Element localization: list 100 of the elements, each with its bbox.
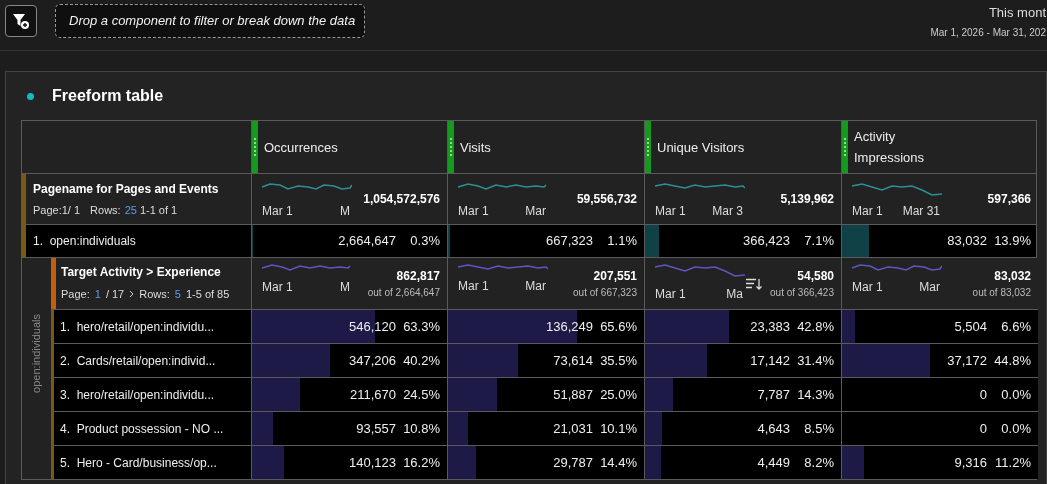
axis-label: Mar 1 (262, 203, 293, 220)
metric-value: 366,423 (743, 232, 790, 251)
metric-value: 9,316 (954, 453, 987, 472)
column-total: 862,817 (396, 268, 440, 285)
column-handle[interactable] (842, 121, 848, 173)
out-of-total: out of 2,664,647 (367, 286, 440, 300)
out-of-total: out of 667,323 (573, 286, 637, 300)
axis-label: Mar 1 (458, 278, 489, 295)
column-total: 1,054,572,576 (363, 191, 441, 208)
metric-value: 29,787 (553, 453, 593, 472)
axis-label: M (340, 203, 350, 220)
dimension-handle[interactable] (22, 174, 26, 224)
metric-percent: 14.3% (796, 385, 834, 404)
rows-count[interactable]: 5 (174, 286, 181, 303)
column-header[interactable]: Unique Visitors (657, 136, 767, 158)
metric-percent: 40.2% (402, 351, 440, 370)
metric-percent: 65.6% (599, 317, 637, 336)
page-number[interactable]: 1 (94, 286, 101, 303)
metric-value: 73,614 (553, 351, 593, 370)
metric-percent: 42.8% (796, 317, 834, 336)
column-header[interactable]: Activity Impressions (854, 126, 964, 168)
axis-label: Mar (919, 279, 940, 296)
metric-value: 17,142 (750, 351, 790, 370)
metric-value: 5,504 (954, 317, 987, 336)
metric-percent: 35.5% (599, 351, 637, 370)
metric-percent: 24.5% (402, 385, 440, 404)
metric-percent: 11.2% (994, 453, 1031, 472)
metric-value: 37,172 (947, 351, 987, 370)
row-range: 1-5 of 85 (185, 287, 230, 302)
metric-percent: 44.8% (993, 351, 1031, 370)
metric-value: 140,123 (349, 453, 396, 472)
filter-add-icon (12, 12, 30, 30)
metric-percent: 0.0% (1000, 419, 1031, 438)
metric-value: 0 (979, 419, 987, 438)
column-handle[interactable] (252, 121, 258, 173)
metric-percent: 10.1% (599, 419, 637, 438)
date-range[interactable]: Mar 1, 2026 - Mar 31, 202 (930, 24, 1046, 40)
metric-value: 136,249 (546, 317, 593, 336)
metric-percent: 25.0% (599, 385, 637, 404)
metric-value: 4,643 (757, 419, 790, 438)
row-range: 1-1 of 1 (139, 203, 178, 218)
metric-percent: 16.2% (402, 453, 440, 472)
panel-title: Freeform table (52, 86, 164, 106)
axis-label: Mar 1 (655, 203, 686, 220)
metric-value: 546,120 (349, 317, 396, 336)
metric-percent: 7.1% (803, 232, 834, 251)
page-total: / 17 (105, 287, 125, 302)
page-indicator: Page:1/ 1 (33, 203, 81, 218)
metric-value: 51,887 (553, 385, 593, 404)
axis-label: Mar 1 (262, 279, 293, 296)
axis-label: Mar 31 (902, 203, 940, 220)
axis-label: Mar 1 (852, 279, 883, 296)
metric-value: 0 (979, 385, 987, 404)
metric-value: 7,787 (757, 385, 790, 404)
axis-label: Mar (525, 203, 546, 220)
axis-label: Mar 1 (852, 203, 883, 220)
filter-add-button[interactable] (5, 5, 37, 37)
column-total: 207,551 (593, 268, 637, 285)
metric-value: 93,557 (356, 419, 396, 438)
metric-value: 211,670 (349, 385, 396, 404)
dimension-title[interactable]: Target Activity > Experience (61, 263, 230, 281)
axis-label: M (340, 279, 350, 296)
column-handle[interactable] (645, 121, 651, 173)
metric-percent: 0.0% (1000, 385, 1031, 404)
row-label[interactable]: 1. open:individuals (26, 232, 136, 250)
column-total: 83,032 (994, 268, 1031, 285)
drop-zone[interactable]: Drop a component to filter or break down the data (55, 4, 365, 38)
axis-label: Mar (525, 278, 546, 295)
axis-label: Mar 3 (712, 203, 743, 220)
metric-value: 347,206 (349, 351, 396, 370)
parent-item-label: open:individuals (29, 314, 44, 393)
rows-count[interactable]: 25 (124, 202, 137, 219)
column-header[interactable]: Visits (460, 136, 570, 158)
column-header[interactable]: Occurrences (264, 136, 374, 158)
metric-percent: 0.3% (409, 232, 440, 251)
dimension-handle[interactable] (51, 258, 56, 309)
metric-percent: 10.8% (402, 419, 440, 438)
column-handle[interactable] (448, 121, 454, 173)
page-label: Page: (61, 287, 90, 302)
metric-value: 21,031 (553, 419, 593, 438)
metric-value: 83,032 (947, 232, 987, 251)
metric-percent: 8.5% (803, 419, 834, 438)
date-preset[interactable]: This mont (988, 3, 1046, 23)
column-total: 597,366 (987, 191, 1032, 208)
dimension-title[interactable]: Pagename for Pages and Events (33, 180, 219, 198)
axis-label: Mar 1 (458, 203, 489, 220)
axis-label: Mar 1 (655, 286, 686, 303)
axis-label: Ma (726, 286, 743, 303)
rows-label: Rows: (90, 203, 121, 218)
sort-icon[interactable] (746, 277, 763, 290)
metric-percent: 6.6% (1000, 317, 1031, 336)
metric-value: 2,664,647 (338, 232, 396, 251)
metric-value: 23,383 (750, 317, 790, 336)
metric-value: 4,449 (757, 453, 790, 472)
metric-value: 667,323 (546, 232, 593, 251)
next-page-icon[interactable] (129, 290, 135, 299)
column-total: 5,139,962 (780, 191, 835, 208)
metric-percent: 63.3% (402, 317, 440, 336)
out-of-total: out of 366,423 (770, 286, 834, 300)
column-total: 54,580 (797, 268, 834, 285)
